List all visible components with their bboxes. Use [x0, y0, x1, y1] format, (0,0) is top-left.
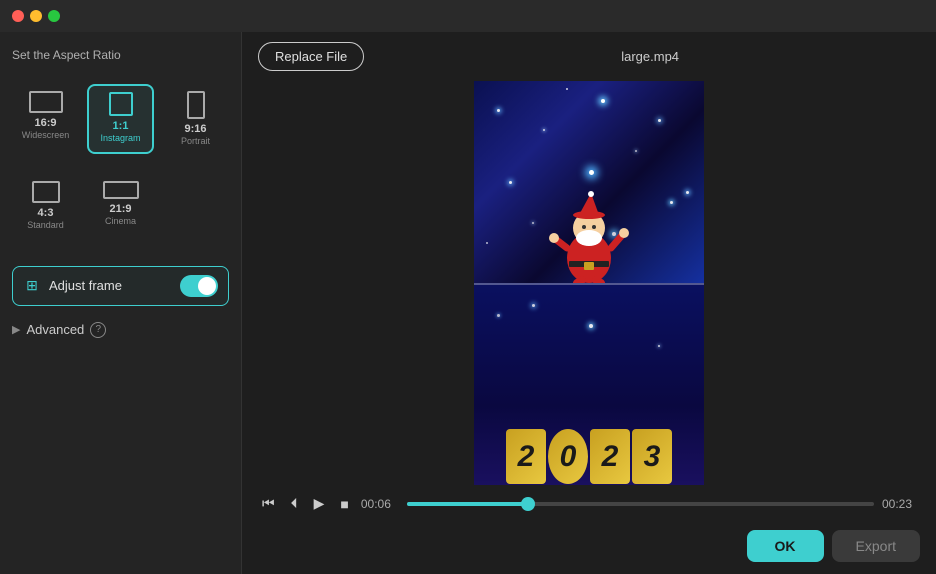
play-button[interactable]: ▶ [310, 493, 329, 514]
top-bar: Replace File large.mp4 [242, 32, 936, 81]
stop-button[interactable]: ■ [336, 494, 352, 514]
video-top-half [474, 81, 704, 283]
adjust-frame-icon: ⊞ [23, 277, 41, 294]
video-frame: 2 0 2 3 [474, 81, 704, 485]
skip-back-button[interactable]: ⏮ [258, 493, 279, 514]
portrait-icon [187, 91, 205, 119]
progress-fill [407, 502, 528, 506]
titlebar [0, 0, 936, 32]
aspect-portrait-label: 9:16 Portrait [181, 123, 210, 147]
file-name: large.mp4 [380, 49, 920, 64]
advanced-row[interactable]: ▶ Advanced ? [12, 318, 229, 342]
section-title: Set the Aspect Ratio [12, 48, 229, 62]
video-divider [474, 283, 704, 285]
progress-thumb[interactable] [521, 497, 535, 511]
aspect-widescreen[interactable]: 16:9 Widescreen [12, 84, 79, 154]
left-panel: Set the Aspect Ratio 16:9 Widescreen 1:1… [0, 32, 242, 574]
close-button[interactable] [12, 10, 24, 22]
traffic-lights [12, 10, 60, 22]
aspect-grid-row2: 4:3 Standard 21:9 Cinema [12, 174, 229, 238]
advanced-label: Advanced [26, 322, 84, 337]
square-icon [109, 92, 133, 116]
widescreen-icon [29, 91, 63, 113]
adjust-frame-label: Adjust frame [49, 278, 172, 293]
right-panel: Replace File large.mp4 [242, 32, 936, 574]
progress-bar-container[interactable] [407, 494, 874, 514]
santa-figure [549, 183, 629, 283]
aspect-standard-label: 4:3 Standard [27, 207, 64, 231]
fullscreen-button[interactable] [48, 10, 60, 22]
action-bar: OK Export [242, 522, 936, 574]
aspect-cinema-label: 21:9 Cinema [105, 203, 136, 227]
adjust-frame-toggle[interactable] [180, 275, 218, 297]
progress-track [407, 502, 874, 506]
replace-file-button[interactable]: Replace File [258, 42, 364, 71]
ok-button[interactable]: OK [747, 530, 824, 562]
aspect-cinema[interactable]: 21:9 Cinema [87, 174, 154, 238]
standard-icon [32, 181, 60, 203]
export-button[interactable]: Export [832, 530, 920, 562]
main-layout: Set the Aspect Ratio 16:9 Widescreen 1:1… [0, 32, 936, 574]
aspect-standard[interactable]: 4:3 Standard [12, 174, 79, 238]
controls-bar: ⏮ ⏴ ▶ ■ 00:06 00:23 [242, 485, 936, 522]
cinema-icon [103, 181, 139, 199]
video-bottom-half: 2 0 2 3 [474, 283, 704, 485]
help-icon[interactable]: ? [90, 322, 106, 338]
time-total: 00:23 [882, 497, 920, 511]
time-current: 00:06 [361, 497, 399, 511]
aspect-square-label: 1:1 Instagram [100, 120, 140, 144]
year-display: 2 0 2 3 [474, 345, 704, 486]
aspect-grid-row1: 16:9 Widescreen 1:1 Instagram 9:16 [12, 84, 229, 154]
aspect-widescreen-label: 16:9 Widescreen [22, 117, 70, 141]
chevron-right-icon: ▶ [12, 323, 20, 336]
step-back-button[interactable]: ⏴ [287, 493, 302, 514]
minimize-button[interactable] [30, 10, 42, 22]
video-area: 2 0 2 3 [242, 81, 936, 485]
aspect-portrait[interactable]: 9:16 Portrait [162, 84, 229, 154]
aspect-instagram-square[interactable]: 1:1 Instagram [87, 84, 154, 154]
adjust-frame-row: ⊞ Adjust frame [12, 266, 229, 306]
